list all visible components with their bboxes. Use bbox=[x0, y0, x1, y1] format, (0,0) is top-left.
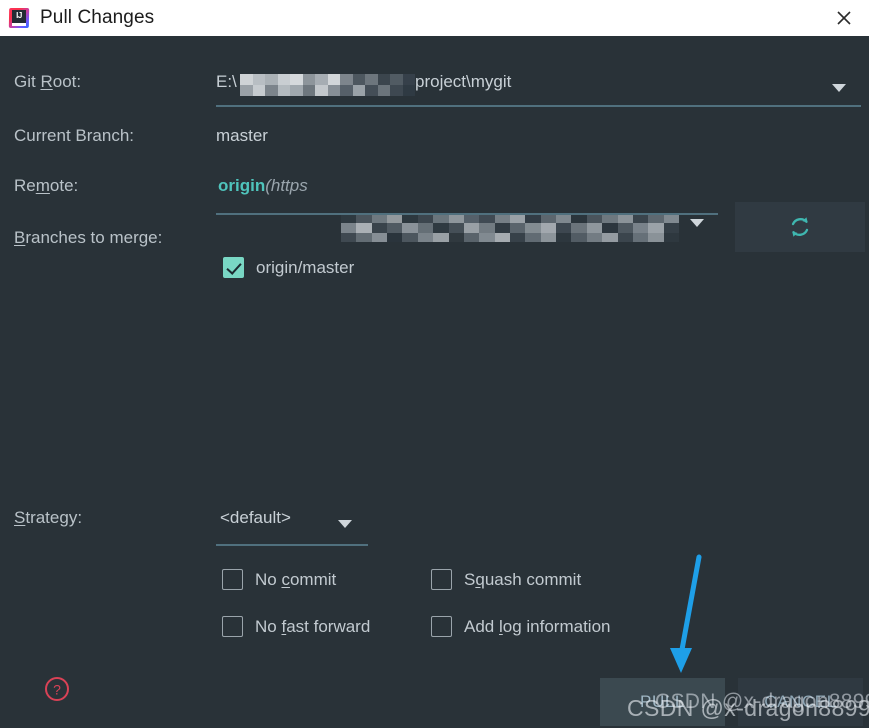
remote-chevron-down-icon[interactable] bbox=[690, 219, 704, 227]
pull-changes-dialog: IJ Pull Changes Git Root: E:\ project\my… bbox=[0, 0, 869, 728]
remote-label: Remote: bbox=[14, 176, 79, 195]
close-icon[interactable] bbox=[819, 0, 869, 36]
current-branch-value: master bbox=[216, 126, 268, 145]
no-commit-checkbox[interactable] bbox=[222, 569, 243, 590]
squash-commit-checkbox[interactable] bbox=[431, 569, 452, 590]
git-root-label: Git Root: bbox=[14, 72, 82, 91]
branch-checkbox[interactable] bbox=[223, 257, 244, 278]
git-root-chevron-down-icon[interactable] bbox=[832, 84, 846, 92]
refresh-button[interactable] bbox=[735, 202, 865, 252]
no-commit-label: No commit bbox=[255, 569, 337, 589]
squash-commit-label: Squash commit bbox=[464, 569, 582, 589]
cancel-button[interactable]: CANCEL bbox=[738, 678, 863, 726]
strategy-underline bbox=[216, 544, 368, 546]
strategy-value[interactable]: <default> bbox=[220, 508, 291, 528]
branches-to-merge-label: Branches to merge: bbox=[14, 228, 163, 247]
remote-underline bbox=[216, 213, 718, 215]
help-circle-icon[interactable]: ? bbox=[44, 676, 70, 702]
strategy-label: Strategy: bbox=[14, 508, 83, 527]
no-fast-forward-checkbox[interactable] bbox=[222, 616, 243, 637]
option-squash-commit[interactable]: Squash commit bbox=[431, 569, 581, 590]
add-log-information-checkbox[interactable] bbox=[431, 616, 452, 637]
git-root-redacted-path bbox=[240, 74, 415, 96]
option-no-fast-forward[interactable]: No fast forward bbox=[222, 616, 370, 637]
git-root-value-suffix: project\mygit bbox=[415, 72, 512, 91]
git-root-underline bbox=[216, 105, 861, 107]
remote-redacted-url bbox=[341, 214, 679, 242]
title-bar: IJ Pull Changes bbox=[0, 0, 869, 36]
no-fast-forward-label: No fast forward bbox=[255, 616, 371, 636]
svg-text:?: ? bbox=[53, 682, 61, 698]
pull-button[interactable]: PULL bbox=[600, 678, 725, 726]
remote-value-name[interactable]: origin (https bbox=[218, 176, 308, 196]
add-log-information-label: Add log information bbox=[464, 616, 611, 636]
dialog-content: Git Root: E:\ project\mygit Current Bran… bbox=[0, 36, 869, 728]
branch-item-origin-master[interactable]: origin/master bbox=[223, 257, 354, 278]
window-title: Pull Changes bbox=[40, 7, 155, 28]
refresh-icon bbox=[791, 217, 809, 237]
option-no-commit[interactable]: No commit bbox=[222, 569, 336, 590]
branch-label: origin/master bbox=[256, 257, 355, 277]
current-branch-label: Current Branch: bbox=[14, 126, 134, 145]
intellij-idea-icon: IJ bbox=[8, 7, 30, 29]
option-add-log-information[interactable]: Add log information bbox=[431, 616, 611, 637]
strategy-chevron-down-icon[interactable] bbox=[338, 520, 352, 528]
git-root-value[interactable]: E:\ bbox=[216, 72, 237, 92]
